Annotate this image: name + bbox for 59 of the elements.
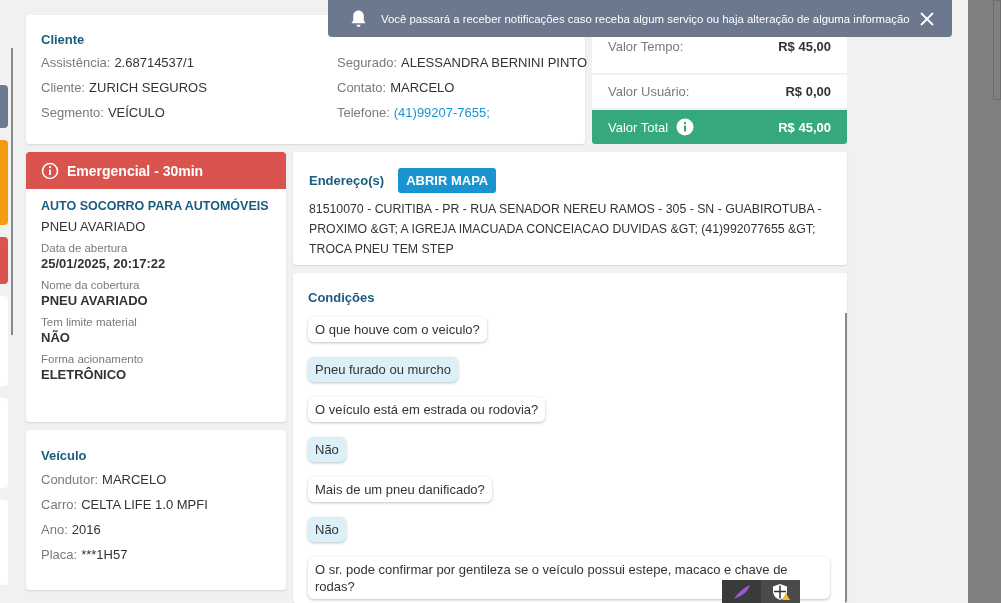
notification-text: Você passará a receber notificações caso receba algum serviço ou haja alteração de alguma informação: [381, 12, 911, 25]
card-title: Cliente: [41, 32, 86, 47]
amount: R$ 45,00: [778, 119, 831, 135]
field-value: ALESSANDRA BERNINI PINTO: [401, 55, 588, 70]
phone-link[interactable]: (41)99207-7655;: [393, 105, 490, 120]
field-value: ***1H57: [81, 547, 128, 562]
side-tab[interactable]: [0, 140, 8, 225]
answer-bubble: Não: [308, 437, 346, 462]
side-tab[interactable]: [0, 237, 8, 284]
priority-label: Emergencial - 30min: [67, 162, 204, 179]
info-icon[interactable]: [676, 118, 695, 137]
field-value: MARCELO: [102, 472, 167, 487]
field-label: Ano:: [41, 522, 68, 537]
bell-icon: [350, 9, 367, 28]
field-value: CELTA LIFE 1.0 MPFI: [81, 497, 208, 512]
address-text: 81510070 - CURITIBA - PR - RUA SENADOR NEREU RAMOS - 305 - SN - GUABIROTUBA - PROXIMO &GT; A IGREJA IMACUADA CONCEIACAO DUVIDAS &GT; (41)992077655 &GT; TROCA PNEU TEM STEP: [309, 201, 823, 258]
detail-label: Nome da cobertura: [41, 279, 141, 291]
field-label: Telefone:: [337, 105, 390, 120]
amount: R$ 45,00: [778, 39, 831, 55]
field-label: Segmento:: [41, 105, 104, 120]
field-value: MARCELO: [390, 80, 455, 95]
side-tab[interactable]: [0, 85, 8, 128]
field-value: ZURICH SEGUROS: [89, 80, 207, 95]
question-bubble: O veículo está em estrada ou rodovia?: [308, 397, 546, 422]
card-title: Veículo: [41, 448, 88, 463]
question-bubble: O que houve com o veiculo?: [308, 317, 487, 342]
close-icon[interactable]: [920, 11, 934, 26]
field-label: Placa:: [41, 547, 78, 562]
detail-value: ELETRÔNICO: [41, 367, 128, 382]
field-label: Segurado:: [337, 55, 397, 70]
field-label: Condutor:: [41, 472, 99, 487]
card-title: Endereço(s): [309, 173, 385, 188]
detail-value: PNEU AVARIADO: [41, 293, 149, 308]
service-subtitle: PNEU AVARIADO: [41, 219, 147, 234]
detail-value: NÃO: [41, 330, 71, 345]
question-bubble: O sr. pode confirmar por gentileza se o veículo possui estepe, macaco e chave de rodas?: [308, 557, 830, 599]
question-bubble: Mais de um pneu danificado?: [308, 477, 492, 502]
value-label: Valor Total: [608, 119, 669, 135]
amount: R$ 0,00: [785, 84, 831, 99]
detail-label: Data de abertura: [41, 242, 129, 254]
value-label: Valor Tempo:: [608, 39, 684, 55]
field-value: VEÍCULO: [107, 105, 165, 120]
field-label: Cliente:: [41, 80, 86, 95]
field-value: 2016: [71, 522, 101, 537]
shield-icon[interactable]: [761, 580, 800, 603]
detail-label: Tem limite material: [41, 316, 138, 328]
field-label: Assistência:: [41, 55, 111, 70]
field-value: 2.68714537/1: [114, 55, 194, 70]
open-map-button[interactable]: ABRIR MAPA: [398, 168, 497, 193]
card-title: Condições: [308, 290, 376, 305]
field-label: Carro:: [41, 497, 78, 512]
service-title: AUTO SOCORRO PARA AUTOMÓVEIS: [41, 199, 270, 213]
detail-label: Forma acionamento: [41, 353, 145, 365]
answer-bubble: Não: [308, 517, 346, 542]
value-label: Valor Usuário:: [608, 84, 690, 99]
info-icon: [41, 161, 59, 180]
detail-value: 25/01/2025, 20:17:22: [41, 256, 167, 271]
answer-bubble: Pneu furado ou murcho: [308, 357, 458, 382]
field-label: Contato:: [337, 80, 387, 95]
